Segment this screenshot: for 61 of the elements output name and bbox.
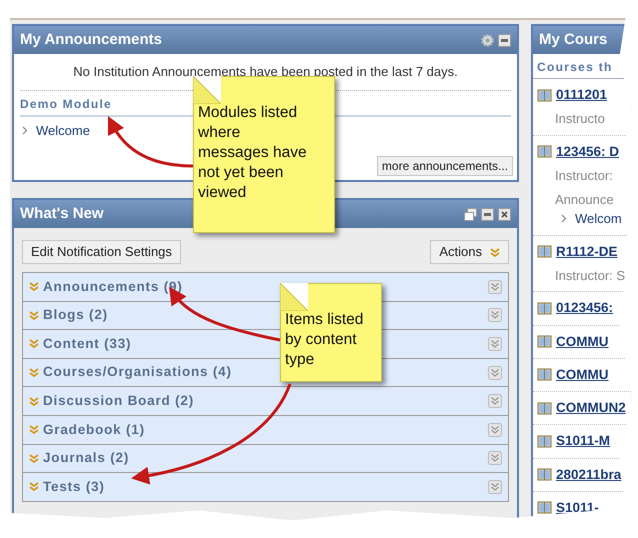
- expand-icon[interactable]: [488, 280, 502, 294]
- course-link[interactable]: 280211bra: [556, 464, 622, 485]
- announcement-link[interactable]: Welcome: [36, 120, 90, 140]
- minimize-icon[interactable]: [481, 208, 494, 220]
- settings-icon[interactable]: [481, 34, 494, 46]
- course-link[interactable]: R1112-DE: [556, 242, 618, 262]
- double-chevron-icon: [29, 396, 39, 406]
- course-link[interactable]: COMMU: [556, 332, 608, 352]
- section-heading: Courses th: [533, 54, 631, 79]
- book-icon: [537, 434, 552, 448]
- course-detail: Instructor:: [554, 167, 614, 185]
- double-chevron-icon: [29, 454, 39, 463]
- category-row[interactable]: Discussion Board (2): [23, 387, 508, 416]
- edit-notification-settings-button[interactable]: Edit Notification Settings: [22, 240, 181, 264]
- category-row[interactable]: Tests (3): [23, 473, 508, 502]
- expand-icon[interactable]: [488, 366, 502, 380]
- double-chevron-icon: [29, 282, 39, 292]
- course-detail: Instructor: S: [554, 266, 626, 285]
- expand-icon[interactable]: [488, 308, 502, 322]
- course-link[interactable]: S1011-M: [556, 431, 610, 452]
- course-link[interactable]: 123456: D: [556, 142, 620, 162]
- chevron-icon: [22, 126, 28, 135]
- book-icon: [537, 468, 552, 482]
- expand-icon[interactable]: [488, 480, 502, 494]
- panel-title: My Cours: [539, 30, 608, 50]
- expand-icon[interactable]: [488, 394, 502, 408]
- course-link[interactable]: 0123456:: [556, 298, 614, 318]
- expand-icon[interactable]: [488, 336, 502, 351]
- double-chevron-icon: [29, 310, 39, 320]
- book-icon: [537, 402, 552, 415]
- course-link[interactable]: COMMUN2: [556, 398, 626, 418]
- category-row[interactable]: Gradebook (1): [23, 416, 508, 445]
- book-icon: [537, 335, 552, 348]
- double-chevron-icon: [29, 368, 39, 378]
- course-link[interactable]: COMMU: [556, 364, 608, 385]
- double-chevron-icon: [29, 339, 39, 348]
- book-icon: [537, 88, 552, 102]
- course-link[interactable]: 0111201: [556, 85, 608, 106]
- book-icon: [537, 368, 552, 382]
- expand-icon[interactable]: [488, 451, 502, 466]
- panel-title: My Announcements: [20, 30, 163, 50]
- book-icon: [537, 302, 552, 315]
- expand-icon[interactable]: [488, 422, 502, 437]
- panel-title: What's New: [20, 204, 105, 224]
- double-chevron-icon: [29, 482, 39, 492]
- announcement-link[interactable]: Welcom: [575, 209, 622, 228]
- minimize-icon[interactable]: [498, 34, 511, 46]
- restore-icon[interactable]: [464, 208, 477, 220]
- close-icon[interactable]: [498, 208, 511, 220]
- course-detail: Instructo: [554, 110, 606, 128]
- category-row[interactable]: Journals (2): [23, 444, 508, 474]
- course-detail: Announce: [554, 190, 615, 208]
- double-chevron-icon: [29, 425, 39, 434]
- more-announcements-button[interactable]: more announcements...: [376, 156, 513, 176]
- book-icon: [537, 501, 552, 514]
- book-icon: [537, 145, 552, 158]
- actions-button[interactable]: Actions: [430, 240, 509, 264]
- course-link[interactable]: S1011-: [556, 498, 599, 518]
- book-icon: [537, 245, 552, 258]
- chevron-icon: [561, 214, 567, 224]
- double-chevron-icon: [490, 248, 500, 256]
